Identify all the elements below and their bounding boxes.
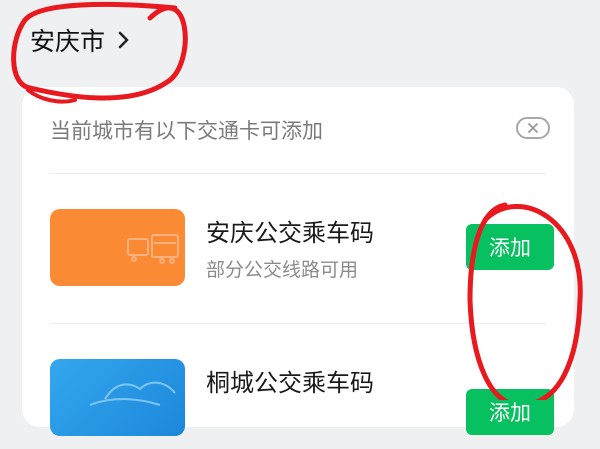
card-header: 当前城市有以下交通卡可添加 xyxy=(50,115,550,147)
close-icon xyxy=(528,123,538,133)
bus-icon xyxy=(127,234,179,264)
divider xyxy=(50,173,546,174)
hint-text: 当前城市有以下交通卡可添加 xyxy=(50,119,323,143)
list-item: 桐城公交乘车码 添加 xyxy=(50,359,554,449)
divider xyxy=(50,323,546,324)
city-name: 安庆市 xyxy=(30,27,106,56)
item-subtitle: 部分公交线路可用 xyxy=(206,259,359,281)
item-title: 安庆公交乘车码 xyxy=(206,219,374,247)
transit-card-panel: 当前城市有以下交通卡可添加 安庆公交乘车码 部分公交线路可用 添加 桐城公交乘车… xyxy=(22,87,574,436)
hills-icon xyxy=(89,381,176,406)
list-item: 安庆公交乘车码 部分公交线路可用 添加 xyxy=(50,209,554,299)
city-selector[interactable]: 安庆市 xyxy=(30,22,133,58)
add-button[interactable]: 添加 xyxy=(466,224,554,270)
item-title: 桐城公交乘车码 xyxy=(206,369,374,397)
add-button[interactable]: 添加 xyxy=(466,389,554,435)
card-thumbnail xyxy=(50,209,185,286)
card-thumbnail xyxy=(50,359,185,436)
close-button[interactable] xyxy=(516,117,550,139)
chevron-right-icon xyxy=(118,31,129,49)
